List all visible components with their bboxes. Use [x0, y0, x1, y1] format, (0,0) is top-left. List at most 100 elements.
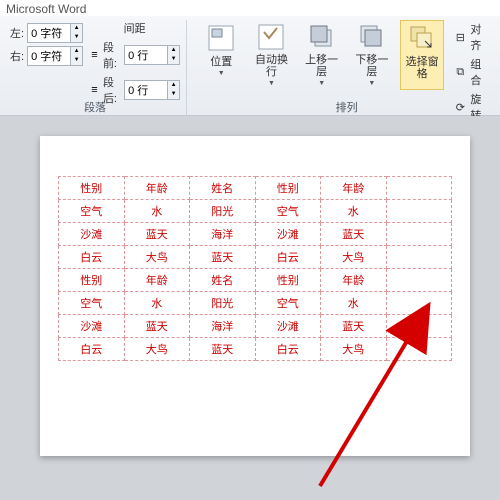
table-cell[interactable]: 蓝天: [190, 338, 256, 361]
position-icon: [206, 23, 236, 53]
table-cell[interactable]: 性别: [255, 177, 321, 200]
spacing-before-spin[interactable]: ▲▼: [124, 45, 180, 65]
spacing-column: 间距 ≡ 段前: ▲▼ ≡ 段后: ▲▼: [89, 20, 180, 109]
spin-up-icon[interactable]: ▲: [71, 24, 82, 33]
table-row[interactable]: 白云大鸟蓝天白云大鸟: [59, 246, 452, 269]
table-cell[interactable]: 水: [124, 200, 190, 223]
selection-pane-button[interactable]: 选择窗格: [400, 20, 444, 90]
indent-left-spin[interactable]: ▲▼: [27, 23, 83, 43]
table-cell[interactable]: 性别: [59, 269, 125, 292]
wrap-text-button[interactable]: 自动换行▼: [249, 20, 293, 90]
table-cell[interactable]: [386, 269, 452, 292]
table-cell[interactable]: [386, 223, 452, 246]
ribbon: 左: ▲▼ 右: ▲▼ 间距 ≡ 段: [0, 16, 500, 116]
table-cell[interactable]: 白云: [255, 338, 321, 361]
chevron-down-icon: ▼: [318, 80, 325, 87]
title-bar: Microsoft Word: [0, 0, 500, 16]
table-row[interactable]: 空气水阳光空气水: [59, 200, 452, 223]
table-cell[interactable]: 海洋: [190, 223, 256, 246]
table-cell[interactable]: [386, 292, 452, 315]
table-row[interactable]: 性别年龄姓名性别年龄: [59, 269, 452, 292]
table-cell[interactable]: 水: [321, 200, 387, 223]
table-cell[interactable]: 空气: [59, 292, 125, 315]
table-cell[interactable]: 水: [321, 292, 387, 315]
table-cell[interactable]: 蓝天: [321, 223, 387, 246]
table-cell[interactable]: 白云: [59, 246, 125, 269]
table-cell[interactable]: [386, 200, 452, 223]
table-row[interactable]: 空气水阳光空气水: [59, 292, 452, 315]
table-cell[interactable]: 性别: [59, 177, 125, 200]
table-cell[interactable]: 沙滩: [255, 223, 321, 246]
spin-up-icon[interactable]: ▲: [168, 81, 179, 90]
table-cell[interactable]: 年龄: [321, 177, 387, 200]
position-button[interactable]: 位置▼: [199, 20, 243, 90]
bring-forward-button[interactable]: 上移一层▼: [300, 20, 344, 90]
chevron-down-icon: ▼: [268, 80, 275, 87]
paragraph-group: 左: ▲▼ 右: ▲▼ 间距 ≡ 段: [4, 20, 187, 115]
table-cell[interactable]: 大鸟: [124, 338, 190, 361]
document-page[interactable]: 性别年龄姓名性别年龄空气水阳光空气水沙滩蓝天海洋沙滩蓝天白云大鸟蓝天白云大鸟性别…: [40, 136, 470, 456]
table-cell[interactable]: [386, 315, 452, 338]
indent-left-input[interactable]: [28, 24, 70, 42]
table-row[interactable]: 沙滩蓝天海洋沙滩蓝天: [59, 315, 452, 338]
spacing-before-icon: ≡: [89, 48, 100, 63]
table-cell[interactable]: 蓝天: [190, 246, 256, 269]
table-cell[interactable]: 白云: [59, 338, 125, 361]
table-cell[interactable]: 大鸟: [124, 246, 190, 269]
indent-left-label: 左:: [10, 25, 24, 41]
table-cell[interactable]: 年龄: [124, 269, 190, 292]
table-cell[interactable]: 阳光: [190, 292, 256, 315]
table-cell[interactable]: 蓝天: [124, 223, 190, 246]
table-row[interactable]: 白云大鸟蓝天白云大鸟: [59, 338, 452, 361]
table-cell[interactable]: 白云: [255, 246, 321, 269]
table-cell[interactable]: 蓝天: [124, 315, 190, 338]
table-cell[interactable]: 空气: [59, 200, 125, 223]
table-cell[interactable]: 姓名: [190, 269, 256, 292]
table-cell[interactable]: 沙滩: [59, 223, 125, 246]
send-backward-button[interactable]: 下移一层▼: [350, 20, 394, 90]
spin-down-icon[interactable]: ▼: [168, 55, 179, 64]
spin-down-icon[interactable]: ▼: [71, 33, 82, 42]
arrange-group-label: 排列: [193, 99, 500, 115]
indent-right-spin[interactable]: ▲▼: [27, 46, 83, 66]
spin-down-icon[interactable]: ▼: [168, 90, 179, 99]
spin-up-icon[interactable]: ▲: [168, 46, 179, 55]
table-cell[interactable]: 蓝天: [321, 315, 387, 338]
table-cell[interactable]: 姓名: [190, 177, 256, 200]
indent-column: 左: ▲▼ 右: ▲▼: [10, 20, 83, 109]
group-button[interactable]: ⧉组合: [450, 55, 494, 89]
table-cell[interactable]: [386, 246, 452, 269]
table-cell[interactable]: 空气: [255, 200, 321, 223]
document-table[interactable]: 性别年龄姓名性别年龄空气水阳光空气水沙滩蓝天海洋沙滩蓝天白云大鸟蓝天白云大鸟性别…: [58, 176, 452, 361]
table-cell[interactable]: 阳光: [190, 200, 256, 223]
paragraph-stack: 左: ▲▼ 右: ▲▼ 间距 ≡ 段: [10, 20, 180, 109]
indent-right-label: 右:: [10, 48, 24, 64]
table-cell[interactable]: 沙滩: [59, 315, 125, 338]
table-cell[interactable]: 海洋: [190, 315, 256, 338]
selection-pane-icon: [407, 23, 437, 53]
table-cell[interactable]: 大鸟: [321, 246, 387, 269]
table-row[interactable]: 性别年龄姓名性别年龄: [59, 177, 452, 200]
table-cell[interactable]: 空气: [255, 292, 321, 315]
table-cell[interactable]: 年龄: [124, 177, 190, 200]
table-cell[interactable]: 性别: [255, 269, 321, 292]
align-button[interactable]: ⊟对齐: [450, 20, 494, 54]
table-cell[interactable]: [386, 177, 452, 200]
table-row[interactable]: 沙滩蓝天海洋沙滩蓝天: [59, 223, 452, 246]
spacing-after-spin[interactable]: ▲▼: [124, 80, 180, 100]
align-icon: ⊟: [453, 30, 467, 45]
spacing-after-input[interactable]: [125, 81, 167, 99]
table-cell[interactable]: 大鸟: [321, 338, 387, 361]
bring-forward-icon: [307, 23, 337, 51]
chevron-down-icon: ▼: [368, 80, 375, 87]
table-cell[interactable]: 沙滩: [255, 315, 321, 338]
spin-up-icon[interactable]: ▲: [71, 47, 82, 56]
workspace: 性别年龄姓名性别年龄空气水阳光空气水沙滩蓝天海洋沙滩蓝天白云大鸟蓝天白云大鸟性别…: [0, 116, 500, 500]
chevron-down-icon: ▼: [218, 70, 225, 77]
spin-down-icon[interactable]: ▼: [71, 56, 82, 65]
table-cell[interactable]: 水: [124, 292, 190, 315]
table-cell[interactable]: 年龄: [321, 269, 387, 292]
spacing-before-input[interactable]: [125, 46, 167, 64]
indent-right-input[interactable]: [28, 47, 70, 65]
table-cell[interactable]: [386, 338, 452, 361]
